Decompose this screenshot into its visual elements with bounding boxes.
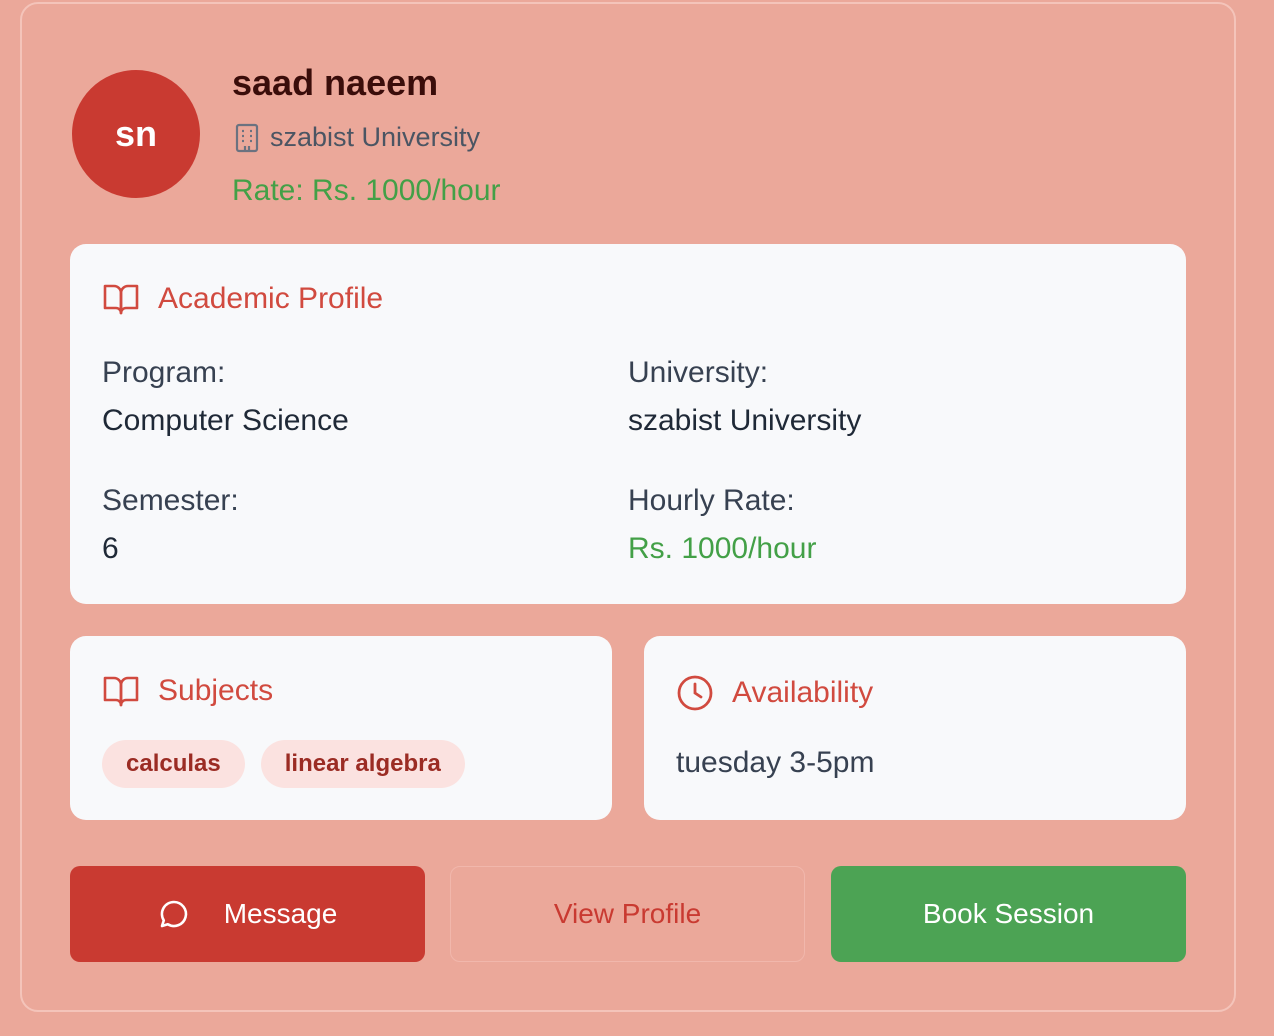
academic-profile-panel: Academic Profile Program: Computer Scien…: [70, 244, 1186, 604]
academic-profile-heading: Academic Profile: [102, 282, 383, 316]
university-label: University:: [628, 356, 769, 389]
building-icon: [234, 123, 260, 153]
hourly-rate-value: Rs. 1000/hour: [628, 532, 817, 565]
university-value: szabist University: [628, 404, 862, 437]
view-profile-button-label: View Profile: [553, 898, 702, 929]
avatar-initials: sn: [114, 113, 157, 154]
tutor-name: saad naeem: [232, 62, 439, 103]
clock-icon: [676, 674, 714, 712]
availability-title: Availability: [732, 676, 874, 709]
view-profile-button[interactable]: View Profile: [450, 866, 805, 962]
tutor-university-text: szabist University: [270, 122, 481, 152]
book-session-button[interactable]: Book Session: [831, 866, 1186, 962]
subject-tag: calculas: [102, 740, 245, 788]
tutor-university: szabist University: [234, 122, 480, 153]
program-label: Program:: [102, 356, 226, 389]
tutor-rate: Rate: Rs. 1000/hour: [232, 174, 501, 207]
message-button[interactable]: Message: [70, 866, 425, 962]
book-session-button-label: Book Session: [922, 898, 1095, 929]
book-open-icon: [102, 674, 140, 708]
availability-panel: Availability tuesday 3-5pm: [644, 636, 1186, 820]
tutor-card: sn saad naeem szabist University Rate: R…: [20, 2, 1236, 1012]
subjects-heading: Subjects: [102, 674, 273, 708]
message-button-label: Message: [223, 898, 338, 929]
avatar: sn: [72, 70, 200, 198]
availability-heading: Availability: [676, 674, 873, 712]
academic-profile-title: Academic Profile: [158, 282, 384, 315]
hourly-rate-label: Hourly Rate:: [628, 484, 795, 517]
subjects-title: Subjects: [158, 674, 274, 707]
book-open-icon: [102, 282, 140, 316]
semester-value: 6: [102, 532, 119, 565]
program-value: Computer Science: [102, 404, 349, 437]
chat-bubble-icon: [158, 898, 190, 930]
subject-tag: linear algebra: [260, 740, 465, 788]
subject-tags: calculas linear algebra: [102, 740, 465, 788]
availability-text: tuesday 3-5pm: [676, 746, 875, 779]
subjects-panel: Subjects calculas linear algebra: [70, 636, 612, 820]
semester-label: Semester:: [102, 484, 239, 517]
